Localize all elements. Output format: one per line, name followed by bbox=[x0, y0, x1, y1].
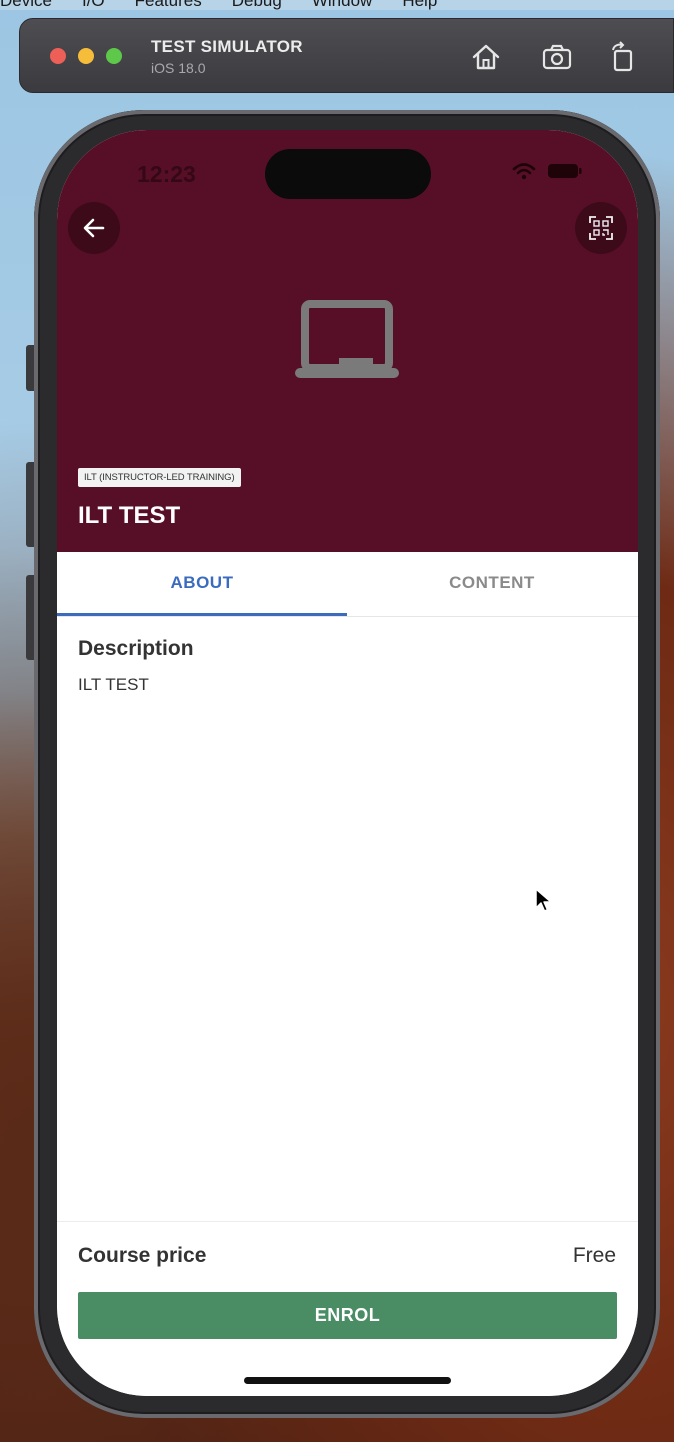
simulator-toolbar: TEST SIMULATOR iOS 18.0 bbox=[19, 18, 674, 93]
macos-menubar: Device I/O Features Debug Window Help bbox=[0, 0, 674, 10]
home-indicator[interactable] bbox=[244, 1377, 451, 1384]
course-tabs: ABOUT CONTENT bbox=[57, 552, 638, 617]
description-heading: Description bbox=[78, 637, 194, 660]
simulator-os-version: iOS 18.0 bbox=[151, 60, 206, 76]
status-time: 12:23 bbox=[137, 161, 196, 187]
rotate-icon[interactable] bbox=[607, 41, 639, 73]
close-window-button[interactable] bbox=[50, 48, 66, 64]
back-button[interactable] bbox=[68, 202, 120, 254]
mute-switch bbox=[26, 345, 34, 391]
enrol-footer: Course price Free ENROL bbox=[57, 1221, 638, 1396]
battery-icon bbox=[548, 164, 582, 178]
wifi-icon bbox=[512, 163, 536, 180]
menu-device[interactable]: Device bbox=[0, 0, 52, 10]
menu-debug[interactable]: Debug bbox=[232, 0, 282, 10]
volume-up-button bbox=[26, 462, 34, 547]
zoom-window-button[interactable] bbox=[106, 48, 122, 64]
menu-features[interactable]: Features bbox=[135, 0, 202, 10]
laptop-icon bbox=[295, 300, 399, 378]
mouse-cursor-icon bbox=[535, 888, 552, 912]
phone-screen: 12:23 ILT (INSTRUCTOR-LED TRAINING) ILT … bbox=[57, 130, 638, 1396]
volume-down-button bbox=[26, 575, 34, 660]
course-header: 12:23 ILT (INSTRUCTOR-LED TRAINING) ILT … bbox=[57, 130, 638, 552]
course-type-badge: ILT (INSTRUCTOR-LED TRAINING) bbox=[78, 468, 241, 487]
qr-scan-icon bbox=[589, 216, 613, 240]
active-tab-indicator bbox=[57, 613, 347, 616]
course-price-label: Course price bbox=[78, 1244, 207, 1267]
menu-io[interactable]: I/O bbox=[82, 0, 105, 10]
tab-content[interactable]: CONTENT bbox=[347, 552, 637, 614]
qr-scan-button[interactable] bbox=[575, 202, 627, 254]
tab-about[interactable]: ABOUT bbox=[57, 552, 347, 614]
arrow-left-icon bbox=[83, 218, 105, 238]
course-title: ILT TEST bbox=[78, 502, 181, 529]
description-text: ILT TEST bbox=[78, 675, 149, 694]
home-icon[interactable] bbox=[470, 41, 502, 73]
simulator-title: TEST SIMULATOR bbox=[151, 37, 303, 56]
menu-window[interactable]: Window bbox=[312, 0, 372, 10]
menu-help[interactable]: Help bbox=[402, 0, 437, 10]
enrol-button[interactable]: ENROL bbox=[78, 1292, 617, 1339]
status-icons bbox=[512, 162, 582, 180]
dynamic-island bbox=[265, 149, 431, 199]
screenshot-icon[interactable] bbox=[541, 41, 573, 73]
course-price-value: Free bbox=[572, 1244, 616, 1267]
minimize-window-button[interactable] bbox=[78, 48, 94, 64]
